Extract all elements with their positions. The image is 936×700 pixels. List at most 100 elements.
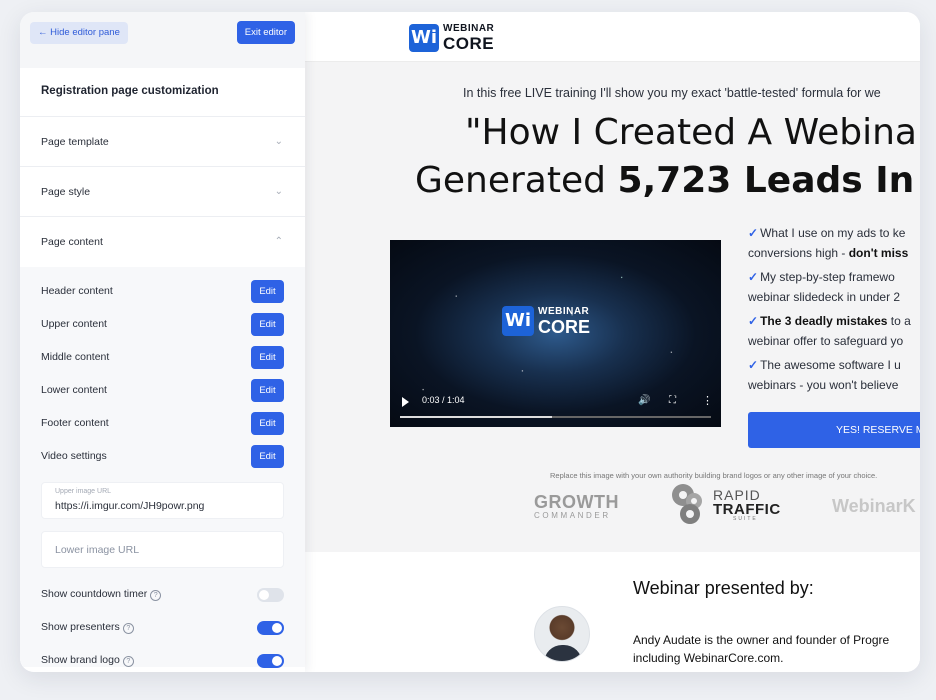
toggle-row-brand-logo: Show brand logo? xyxy=(20,644,305,672)
bullet-text: webinars - you won't believe xyxy=(748,377,899,392)
check-icon: ✓ xyxy=(748,226,759,240)
bullet-bold: The 3 deadly mistakes xyxy=(760,314,888,328)
content-item-label: Upper content xyxy=(41,318,107,330)
toggle-row-presenters: Show presenters? xyxy=(20,611,305,644)
content-item-footer: Footer content Edit xyxy=(20,407,305,440)
content-item-label: Footer content xyxy=(41,417,109,429)
edit-header-button[interactable]: Edit xyxy=(251,280,284,303)
accordion-label: Page style xyxy=(41,186,91,198)
accordion-label: Page template xyxy=(41,136,109,148)
page-content-body: Header content Edit Upper content Edit M… xyxy=(20,267,305,668)
brand-text: TRAFFIC xyxy=(713,501,781,518)
presenter-avatar xyxy=(534,606,590,662)
content-item-upper: Upper content Edit xyxy=(20,308,305,341)
edit-middle-button[interactable]: Edit xyxy=(251,346,284,369)
video-logo: Wi WEBINAR CORE xyxy=(502,306,622,340)
content-item-middle: Middle content Edit xyxy=(20,341,305,374)
brand-logo-toggle[interactable] xyxy=(257,654,284,668)
headline-line1: "How I Created A Webinar xyxy=(465,112,920,153)
chevron-up-icon: ⌃ xyxy=(274,236,283,247)
help-icon[interactable]: ? xyxy=(150,590,162,601)
preview-header: Wi WEBINAR CORE xyxy=(305,12,920,62)
presenters-toggle[interactable] xyxy=(257,621,284,635)
accordion-page-style[interactable]: Page style ⌄ xyxy=(20,167,305,217)
headline-line2: Generated 5,723 Leads In A W xyxy=(415,160,920,201)
video-seek-bar[interactable] xyxy=(400,416,711,418)
content-item-video: Video settings Edit xyxy=(20,440,305,473)
brand-text: COMMANDER xyxy=(534,511,611,520)
growth-commander-logo: GROWTH COMMANDER xyxy=(534,493,619,520)
edit-lower-button[interactable]: Edit xyxy=(251,379,284,402)
more-options-icon[interactable]: ⋮ xyxy=(702,394,713,407)
bio-line: Andy Audate is the owner and founder of … xyxy=(633,633,890,647)
help-icon[interactable]: ? xyxy=(122,623,134,634)
rapid-traffic-suite-logo: RAPID TRAFFIC SUITE xyxy=(670,484,785,524)
field-label: Upper image URL xyxy=(55,488,112,495)
presented-by-title: Webinar presented by: xyxy=(633,578,814,598)
video-progress xyxy=(400,416,553,418)
content-item-label: Middle content xyxy=(41,351,110,363)
check-icon: ✓ xyxy=(748,270,759,284)
accordion-page-template[interactable]: Page template ⌄ xyxy=(20,117,305,167)
logo-mark: Wi xyxy=(409,24,439,52)
bullet-item: ✓ What I use on my ads to ke conversions … xyxy=(748,224,920,263)
edit-footer-button[interactable]: Edit xyxy=(251,412,284,435)
video-player[interactable]: Wi WEBINAR CORE 0:03 / 1:04 🔊 ⛶ ⋮ xyxy=(390,240,721,427)
help-icon[interactable]: ? xyxy=(122,656,134,667)
toggle-knob xyxy=(272,656,282,666)
countdown-timer-toggle[interactable] xyxy=(257,588,284,602)
video-logo-line1: WEBINAR xyxy=(538,306,590,317)
bullet-text: conversions high - xyxy=(748,245,849,260)
rapid-traffic-text: RAPID TRAFFIC SUITE xyxy=(713,488,781,522)
customization-panel: Registration page customization Page tem… xyxy=(20,68,305,672)
check-icon: ✓ xyxy=(748,314,759,328)
bullet-text: The awesome software I u xyxy=(760,358,901,372)
play-icon[interactable] xyxy=(402,397,409,407)
headline-bold: 5,723 Leads In A W xyxy=(617,160,920,201)
logo-text-line2: CORE xyxy=(443,34,495,53)
hide-editor-pane-button[interactable]: ← Hide editor pane xyxy=(30,22,128,44)
reserve-cta-button[interactable]: YES! RESERVE M xyxy=(748,412,920,448)
video-logo-line2: CORE xyxy=(538,317,591,337)
brand-text: GROWTH xyxy=(534,492,619,512)
content-item-label: Video settings xyxy=(41,450,107,462)
page-preview: Wi WEBINAR CORE In this free LIVE traini… xyxy=(305,12,920,672)
field-placeholder: Lower image URL xyxy=(55,544,140,556)
field-value: https://i.imgur.com/JH9powr.png xyxy=(55,500,205,512)
brand-text: RAPID xyxy=(713,487,761,503)
chevron-down-icon: ⌄ xyxy=(274,186,283,197)
video-logo-mark: Wi xyxy=(502,306,534,336)
lower-image-url-field[interactable]: Lower image URL xyxy=(41,531,284,568)
chevron-down-icon: ⌄ xyxy=(274,136,283,147)
video-logo-text: WEBINAR CORE xyxy=(538,306,591,337)
editor-sidebar: ← Hide editor pane Exit editor Registrat… xyxy=(20,12,305,672)
upper-image-url-field[interactable]: Upper image URL https://i.imgur.com/JH9p… xyxy=(41,482,284,519)
sidebar-topbar: ← Hide editor pane Exit editor xyxy=(20,12,305,68)
presenters-section: Webinar presented by: Andy Audate is the… xyxy=(305,552,920,672)
bullet-item: ✓ The awesome software I u webinars - you… xyxy=(748,356,920,395)
editor-window: ← Hide editor pane Exit editor Registrat… xyxy=(20,12,920,672)
fullscreen-icon[interactable]: ⛶ xyxy=(669,395,676,406)
toggle-label: Show brand logo xyxy=(41,654,120,666)
logo-text: WEBINAR CORE xyxy=(443,23,495,53)
bullet-item: ✓ My step-by-step framewo webinar slidede… xyxy=(748,268,920,307)
benefit-bullets: ✓ What I use on my ads to ke conversions … xyxy=(748,224,920,400)
video-time: 0:03 / 1:04 xyxy=(422,395,465,405)
headline-normal: Generated xyxy=(415,160,618,201)
check-icon: ✓ xyxy=(748,358,759,372)
bullet-text: My step-by-step framewo xyxy=(760,270,895,284)
subheadline: In this free LIVE training I'll show you… xyxy=(463,86,881,100)
content-item-label: Lower content xyxy=(41,384,107,396)
avatar-shirt xyxy=(544,645,582,661)
volume-icon[interactable]: 🔊 xyxy=(638,395,650,406)
video-controls: 0:03 / 1:04 🔊 ⛶ ⋮ xyxy=(390,387,721,427)
panel-title: Registration page customization xyxy=(20,68,305,117)
toggle-knob xyxy=(259,590,269,600)
exit-editor-button[interactable]: Exit editor xyxy=(236,21,295,44)
accordion-page-content[interactable]: Page content ⌃ xyxy=(20,217,305,267)
toggle-label: Show countdown timer xyxy=(41,588,148,600)
edit-upper-button[interactable]: Edit xyxy=(251,313,284,336)
bullet-text: to a xyxy=(887,314,911,328)
edit-video-settings-button[interactable]: Edit xyxy=(251,445,284,468)
logo-text-line1: WEBINAR xyxy=(443,23,495,34)
